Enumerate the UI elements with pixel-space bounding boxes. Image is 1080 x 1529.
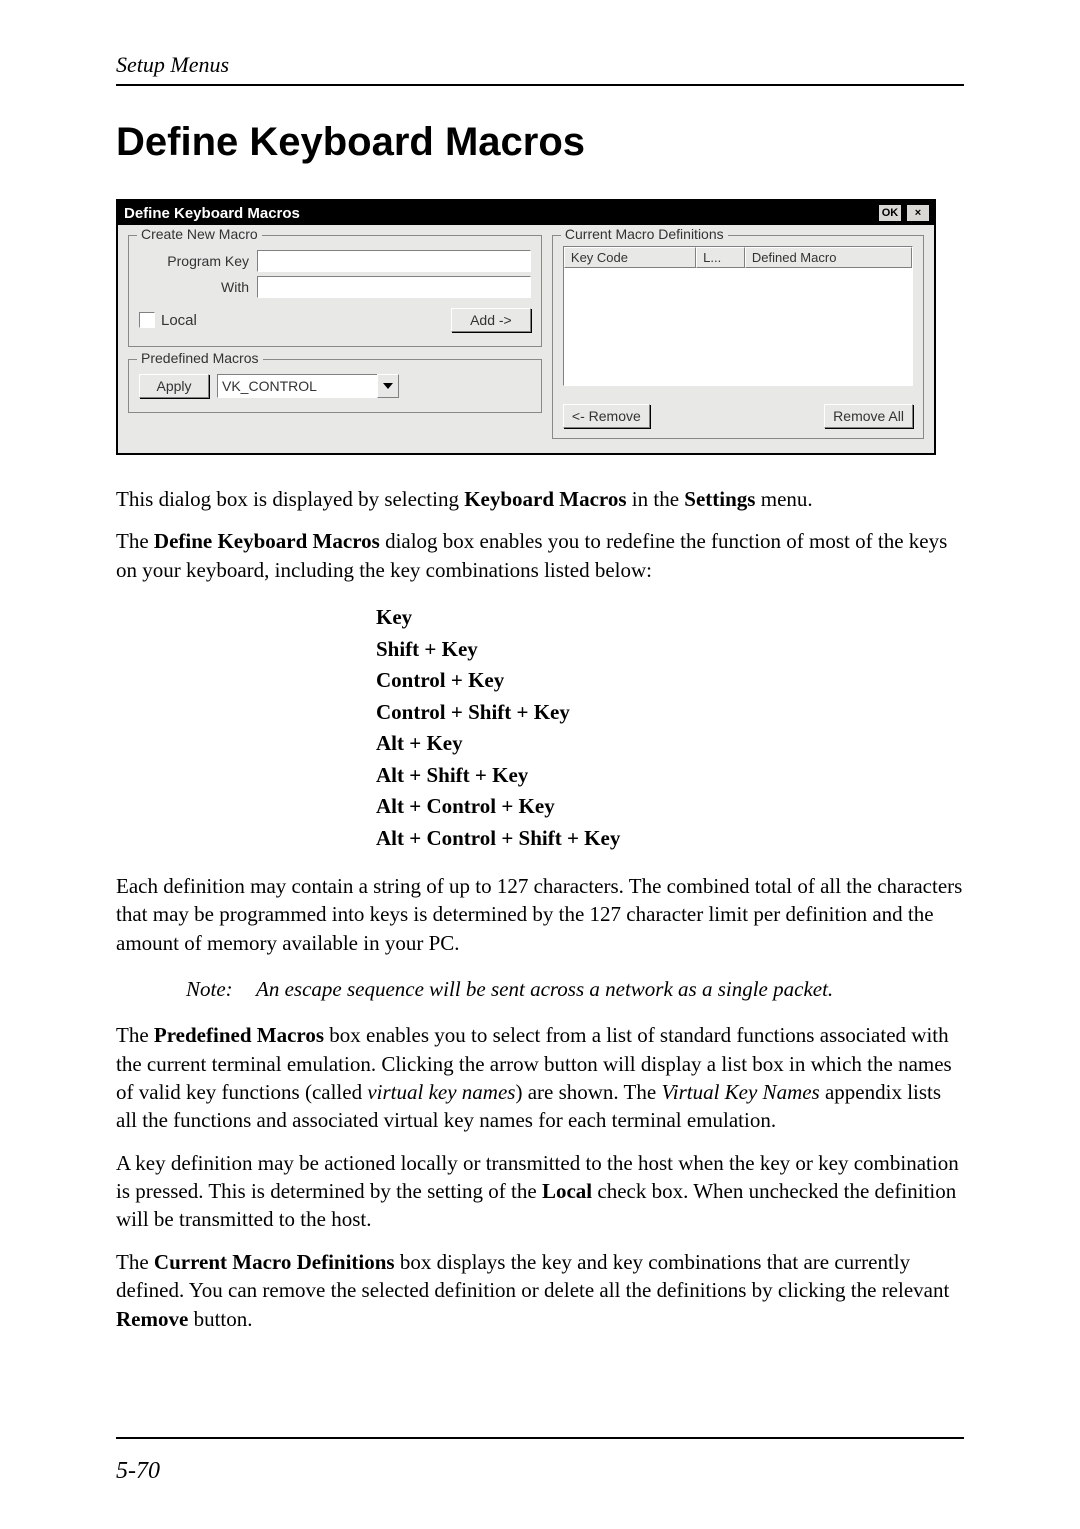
dialog-titlebar: Define Keyboard Macros OK × bbox=[118, 201, 934, 225]
local-checkbox[interactable] bbox=[139, 312, 155, 328]
paragraph-predefined: The Predefined Macros box enables you to… bbox=[116, 1021, 964, 1134]
paragraph-local: A key definition may be actioned locally… bbox=[116, 1149, 964, 1234]
note-label: Note: bbox=[186, 975, 256, 1003]
create-new-macro-legend: Create New Macro bbox=[137, 226, 262, 242]
predefined-macros-group: Predefined Macros Apply VK_CONTROL bbox=[128, 359, 542, 413]
column-key-code[interactable]: Key Code bbox=[564, 247, 696, 268]
remove-all-button[interactable]: Remove All bbox=[824, 404, 913, 428]
note-text: An escape sequence will be sent across a… bbox=[256, 975, 833, 1003]
create-new-macro-group: Create New Macro Program Key With Local bbox=[128, 235, 542, 347]
apply-button[interactable]: Apply bbox=[139, 374, 209, 398]
paragraph-intro: This dialog box is displayed by selectin… bbox=[116, 485, 964, 513]
current-macro-definitions-legend: Current Macro Definitions bbox=[561, 226, 728, 242]
column-defined-macro[interactable]: Defined Macro bbox=[745, 247, 912, 268]
key-combo-item: Alt + Shift + Key bbox=[376, 760, 964, 792]
predefined-macros-value[interactable]: VK_CONTROL bbox=[217, 374, 377, 398]
current-macro-definitions-group: Current Macro Definitions Key Code L... … bbox=[552, 235, 924, 439]
predefined-macros-combo[interactable]: VK_CONTROL bbox=[217, 374, 399, 398]
program-key-input[interactable] bbox=[257, 250, 531, 272]
dialog-title: Define Keyboard Macros bbox=[124, 205, 300, 222]
page-number: 5-70 bbox=[116, 1458, 160, 1485]
key-combo-item: Alt + Control + Key bbox=[376, 791, 964, 823]
chevron-down-icon[interactable] bbox=[377, 374, 399, 398]
key-combo-item: Control + Shift + Key bbox=[376, 697, 964, 729]
running-head: Setup Menus bbox=[116, 52, 964, 78]
paragraph-limit: Each definition may contain a string of … bbox=[116, 872, 964, 957]
column-local[interactable]: L... bbox=[696, 247, 745, 268]
local-label: Local bbox=[161, 312, 197, 329]
macro-definitions-list[interactable]: Key Code L... Defined Macro bbox=[563, 246, 913, 386]
bottom-rule bbox=[116, 1437, 964, 1439]
top-rule bbox=[116, 84, 964, 86]
paragraph-current-defs: The Current Macro Definitions box displa… bbox=[116, 1248, 964, 1333]
with-input[interactable] bbox=[257, 276, 531, 298]
program-key-label: Program Key bbox=[139, 253, 249, 269]
key-combo-item: Shift + Key bbox=[376, 634, 964, 666]
add-button[interactable]: Add -> bbox=[451, 308, 531, 332]
ok-button[interactable]: OK bbox=[878, 204, 902, 222]
key-combo-list: Key Shift + Key Control + Key Control + … bbox=[376, 602, 964, 854]
define-keyboard-macros-dialog: Define Keyboard Macros OK × Create New M… bbox=[116, 199, 936, 455]
key-combo-item: Key bbox=[376, 602, 964, 634]
note-block: Note: An escape sequence will be sent ac… bbox=[186, 975, 886, 1003]
page-title: Define Keyboard Macros bbox=[116, 120, 964, 165]
predefined-macros-legend: Predefined Macros bbox=[137, 350, 263, 366]
key-combo-item: Alt + Key bbox=[376, 728, 964, 760]
paragraph-define: The Define Keyboard Macros dialog box en… bbox=[116, 527, 964, 584]
remove-button[interactable]: <- Remove bbox=[563, 404, 650, 428]
key-combo-item: Alt + Control + Shift + Key bbox=[376, 823, 964, 855]
key-combo-item: Control + Key bbox=[376, 665, 964, 697]
with-label: With bbox=[139, 279, 249, 295]
close-icon[interactable]: × bbox=[906, 204, 930, 222]
